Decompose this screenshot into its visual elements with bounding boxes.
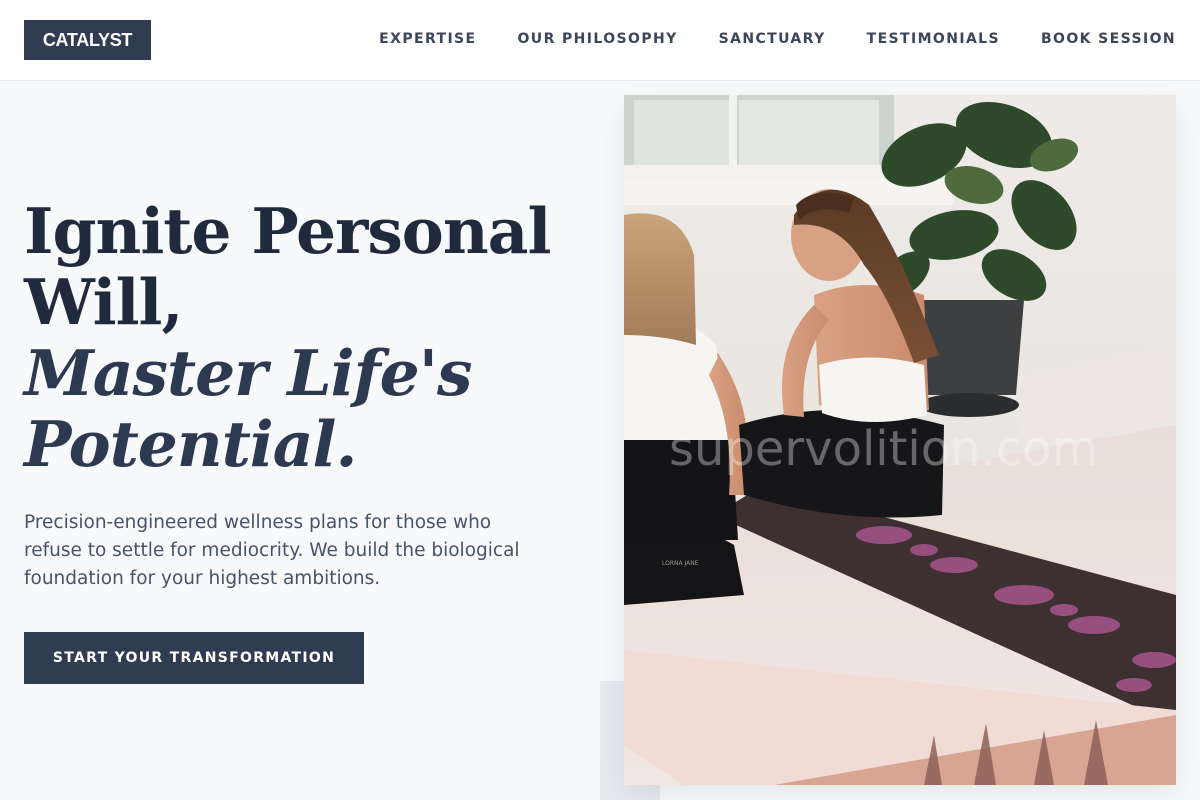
start-transformation-button[interactable]: START YOUR TRANSFORMATION <box>24 632 364 684</box>
yoga-scene-illustration: LORNA JANE supervolition.com <box>624 95 1176 785</box>
hero-title-line-4: Potential. <box>24 407 357 481</box>
hero-title-line-2: Will, <box>24 265 183 339</box>
hero-subtitle: Precision-engineered wellness plans for … <box>24 512 520 589</box>
nav-link-sanctuary[interactable]: SANCTUARY <box>719 31 826 47</box>
nav-item-expertise: EXPERTISE <box>379 30 476 48</box>
hero-title: Ignite Personal Will, Master Life's Pote… <box>24 196 584 480</box>
main-nav: EXPERTISE OUR PHILOSOPHY SANCTUARY TESTI… <box>379 30 1176 48</box>
nav-link-philosophy[interactable]: OUR PHILOSOPHY <box>518 31 678 47</box>
watermark: supervolition.com <box>669 421 1098 477</box>
hero-photo: LORNA JANE supervolition.com <box>624 95 1176 785</box>
nav-item-sanctuary: SANCTUARY <box>719 30 826 48</box>
nav-link-expertise[interactable]: EXPERTISE <box>379 31 476 47</box>
legging-print: LORNA JANE <box>662 560 699 567</box>
hero-title-line-1: Ignite Personal <box>24 194 551 268</box>
nav-item-testimonials: TESTIMONIALS <box>867 30 1000 48</box>
nav-item-book-session: BOOK SESSION <box>1041 30 1176 48</box>
site-header: CATALYST EXPERTISE OUR PHILOSOPHY SANCTU… <box>0 0 1200 81</box>
nav-link-testimonials[interactable]: TESTIMONIALS <box>867 31 1000 47</box>
hero-title-line-3: Master Life's <box>24 336 473 410</box>
nav-link-book-session[interactable]: BOOK SESSION <box>1041 31 1176 47</box>
nav-item-philosophy: OUR PHILOSOPHY <box>518 30 678 48</box>
logo[interactable]: CATALYST <box>24 20 151 60</box>
